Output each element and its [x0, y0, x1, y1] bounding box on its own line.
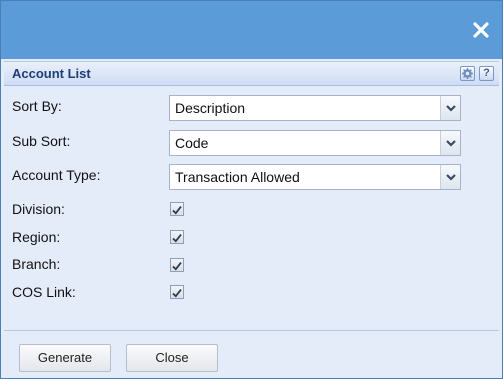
dialog-titlebar [1, 1, 502, 59]
checkmark-icon [172, 206, 182, 215]
chevron-down-icon[interactable] [440, 165, 460, 189]
checkmark-icon [172, 289, 182, 298]
division-label: Division: [12, 201, 65, 217]
generate-button[interactable]: Generate [19, 344, 111, 372]
cos-link-checkbox[interactable] [170, 285, 184, 299]
sub-sort-value: Code [175, 135, 209, 151]
region-label: Region: [12, 229, 61, 245]
division-checkbox[interactable] [170, 202, 184, 216]
panel-title: Account List [12, 66, 91, 81]
panel-header: Account List ? [4, 61, 499, 86]
region-checkbox[interactable] [170, 230, 184, 244]
sort-by-label: Sort By: [12, 98, 62, 114]
close-button[interactable]: Close [126, 344, 218, 372]
cos-link-label: COS Link: [12, 284, 76, 300]
account-list-dialog: Account List ? Sort By: Description Sub … [0, 0, 503, 379]
chevron-down-icon[interactable] [440, 131, 460, 155]
branch-label: Branch: [12, 256, 61, 272]
dialog-footer: Generate Close [4, 330, 499, 378]
account-type-select[interactable]: Transaction Allowed [169, 164, 461, 190]
form-body: Sort By: Description Sub Sort: Code Acco… [4, 86, 499, 329]
checkmark-icon [172, 234, 182, 243]
sort-by-select[interactable]: Description [169, 95, 461, 121]
sort-by-value: Description [175, 100, 246, 116]
sub-sort-label: Sub Sort: [12, 133, 71, 149]
help-icon[interactable]: ? [479, 66, 494, 81]
gear-icon[interactable] [460, 66, 475, 81]
close-icon[interactable] [470, 19, 492, 41]
account-type-label: Account Type: [12, 167, 101, 183]
checkmark-icon [172, 262, 182, 271]
sub-sort-select[interactable]: Code [169, 130, 461, 156]
help-glyph: ? [483, 67, 490, 79]
account-type-value: Transaction Allowed [175, 169, 300, 185]
branch-checkbox[interactable] [170, 258, 184, 272]
chevron-down-icon[interactable] [440, 96, 460, 120]
